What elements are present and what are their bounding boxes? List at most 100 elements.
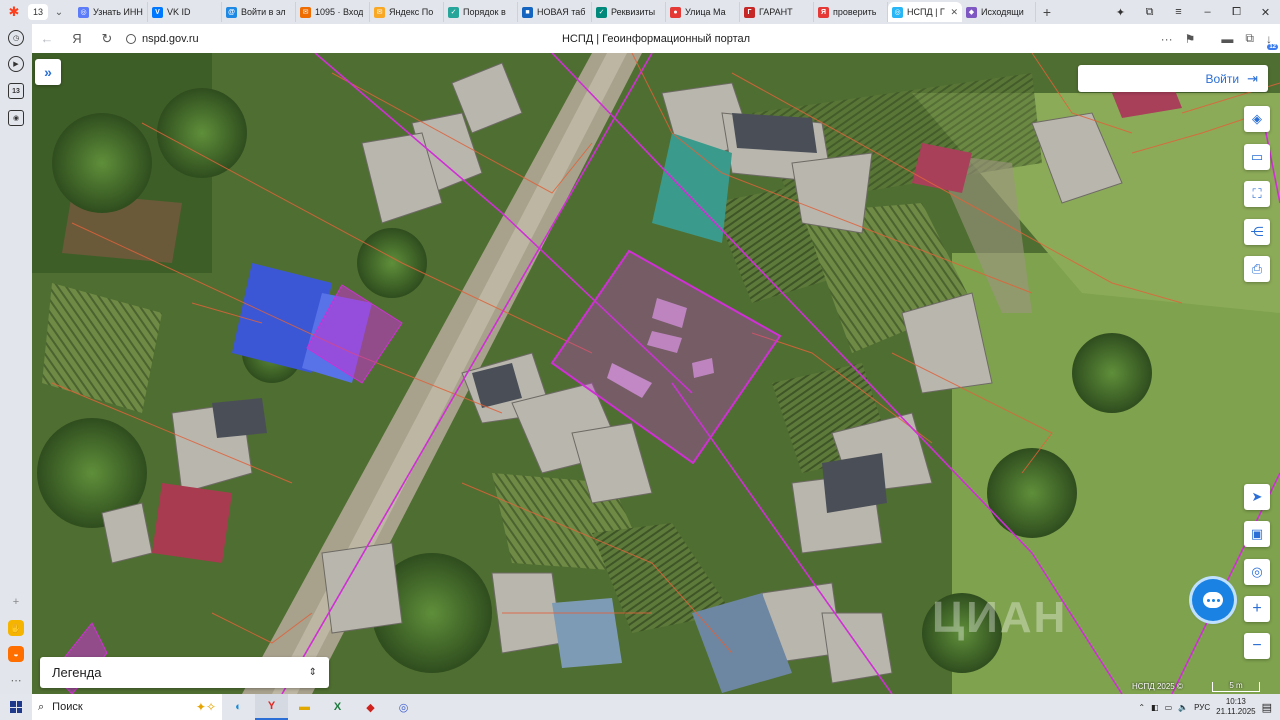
browser-tab[interactable]: ✉ Яндекс По: [370, 2, 444, 22]
browser-tab[interactable]: @ Войти в эл: [222, 2, 296, 22]
browser-tab[interactable]: ◎ НСПД | Г ✕: [888, 2, 962, 22]
edge-icon[interactable]: ◐: [222, 694, 255, 720]
tab-favicon-icon: ◎: [892, 6, 903, 18]
start-button[interactable]: [0, 694, 32, 720]
browser-tab[interactable]: ◆ Исходящи: [962, 2, 1036, 22]
browser-tab[interactable]: Г ГАРАНТ: [740, 2, 814, 22]
browser-side-panel: ◷ ▶ 13 ◉ + ✋ ◒ ⋯: [0, 24, 32, 694]
tray-app-icon[interactable]: ◧: [1151, 703, 1159, 712]
browser-tab[interactable]: ◎ Узнать ИНН: [74, 2, 148, 22]
tab-title: Узнать ИНН: [93, 7, 143, 17]
browser-logo-icon[interactable]: ✱: [0, 0, 28, 24]
browser-tab[interactable]: ● Улица Ма: [666, 2, 740, 22]
maximize-icon[interactable]: ⧠: [1222, 6, 1251, 19]
map-view[interactable]: ЦИАН » Войти ⇥ ◈ ▭ ⛶ ⋲ ⎙ ➤ ▣ ◎ + − Леген…: [32, 53, 1280, 694]
language-indicator[interactable]: РУС: [1194, 703, 1210, 712]
chat-button[interactable]: [1192, 579, 1234, 621]
url-field[interactable]: nspd.gov.ru: [126, 33, 199, 45]
anydesk-icon[interactable]: ◆: [354, 694, 387, 720]
expand-panel-button[interactable]: »: [35, 59, 61, 85]
collections-icon[interactable]: ⧉: [1245, 31, 1254, 46]
browser-tab[interactable]: ✉ 1095 · Вход: [296, 2, 370, 22]
legend-panel[interactable]: Легенда ⇕: [40, 657, 329, 688]
browser-tab[interactable]: ✓ Порядок в: [444, 2, 518, 22]
tab-favicon-icon: Г: [744, 6, 755, 18]
search-highlight-icon: ✦✧: [195, 700, 216, 714]
new-tab-button[interactable]: +: [1036, 2, 1058, 22]
clock[interactable]: 10:13 21.11.2025: [1216, 697, 1255, 717]
bookmark-icon[interactable]: ✦: [1106, 6, 1135, 19]
hand-icon[interactable]: ✋: [8, 620, 24, 636]
print-icon[interactable]: ⎙: [1244, 256, 1270, 282]
tray-chevron-icon[interactable]: ⌃: [1138, 703, 1145, 712]
search-label: Поиск: [52, 701, 83, 713]
bookmark-page-icon[interactable]: ⚑: [1185, 32, 1196, 46]
tab-close-icon[interactable]: ✕: [950, 7, 958, 18]
share-icon[interactable]: ⋲: [1244, 219, 1270, 245]
notifications-icon[interactable]: ▤: [1262, 701, 1272, 714]
login-label: Войти: [1205, 71, 1240, 86]
map-watermark: ЦИАН: [932, 593, 1068, 642]
yandex-browser-icon[interactable]: Y: [255, 694, 288, 720]
panel-more-icon[interactable]: ⋯: [8, 672, 24, 688]
chevron-down-icon[interactable]: ⌄: [50, 3, 68, 21]
menu-icon[interactable]: ≡: [1164, 6, 1193, 18]
browser-tab[interactable]: Япроверить: [814, 2, 888, 22]
address-bar-actions: ··· ⚑ ▬ ⧉ ↓ 12: [1161, 24, 1278, 53]
tab-favicon-icon: ●: [670, 6, 681, 18]
tab-favicon-icon: ✉: [300, 6, 311, 18]
yandex-icon[interactable]: Я: [62, 24, 92, 53]
excel-icon[interactable]: X: [321, 694, 354, 720]
select-area-icon[interactable]: ⛶: [1244, 181, 1270, 207]
tab-favicon-icon: ◆: [966, 6, 977, 18]
tab-title: ГАРАНТ: [759, 7, 793, 17]
pin-search-icon[interactable]: ◎: [1244, 559, 1270, 585]
screenshot-icon[interactable]: ◉: [8, 110, 24, 126]
play-icon[interactable]: ▶: [8, 56, 24, 72]
add-panel-icon[interactable]: +: [8, 594, 24, 610]
browser-tab[interactable]: ✓ Реквизиты: [592, 2, 666, 22]
tab-title: Улица Ма: [685, 7, 726, 17]
app-icon[interactable]: ◎: [387, 694, 420, 720]
back-button[interactable]: ←: [32, 24, 62, 53]
address-bar: ← Я ↻ nspd.gov.ru НСПД | Геоинформационн…: [32, 24, 1280, 53]
tab-title: НСПД | Г: [907, 7, 945, 17]
browser-tab[interactable]: V VK ID: [148, 2, 222, 22]
reload-button[interactable]: ↻: [92, 24, 122, 53]
site-info-icon[interactable]: [126, 33, 136, 44]
history-icon[interactable]: ◷: [8, 30, 24, 46]
tab-strip: ✱ 13 ⌄ ◎ Узнать ИНН V VK ID @ Войти в эл ✉ 1095…: [0, 0, 1280, 24]
network-icon[interactable]: ▭: [1165, 703, 1173, 712]
tab-title: Исходящи: [981, 7, 1024, 17]
market-icon[interactable]: ◒: [8, 646, 24, 662]
zoom-out-button[interactable]: −: [1244, 633, 1270, 659]
download-icon[interactable]: ↓ 12: [1266, 32, 1278, 50]
minimize-icon[interactable]: –: [1193, 6, 1222, 18]
chat-icon: [1203, 592, 1223, 608]
tab-favicon-icon: ✓: [448, 6, 459, 18]
downloads-count: 12: [1267, 43, 1278, 50]
more-icon[interactable]: ···: [1161, 32, 1173, 46]
minimap-icon[interactable]: ▣: [1244, 521, 1270, 547]
scale-bar: 5 m: [1212, 682, 1260, 692]
legend-label: Легенда: [52, 665, 102, 680]
tab-favicon-icon: Я: [818, 6, 829, 18]
locate-icon[interactable]: ➤: [1244, 484, 1270, 510]
ruler-icon[interactable]: ▭: [1244, 144, 1270, 170]
tab-count-side-icon[interactable]: 13: [8, 83, 24, 99]
taskbar-search[interactable]: ⌕ Поиск ✦✧: [32, 694, 222, 720]
system-tray: ⌃ ◧ ▭ 🔈 РУС 10:13 21.11.2025 ▤: [1138, 694, 1280, 720]
login-button[interactable]: Войти ⇥: [1078, 65, 1268, 92]
zoom-in-button[interactable]: +: [1244, 596, 1270, 622]
tab-count-badge[interactable]: 13: [28, 4, 48, 20]
tab-view-icon[interactable]: ⧉: [1135, 6, 1164, 19]
tab-list: ◎ Узнать ИНН V VK ID @ Войти в эл ✉ 1095 · Вход…: [74, 2, 1036, 22]
volume-icon[interactable]: 🔈: [1178, 703, 1188, 712]
close-icon[interactable]: ✕: [1251, 6, 1280, 19]
layers-icon[interactable]: ◈: [1244, 106, 1270, 132]
file-explorer-icon[interactable]: ▬: [288, 694, 321, 720]
tab-title: VK ID: [167, 7, 191, 17]
reader-icon[interactable]: ▬: [1221, 32, 1233, 46]
tab-title: Яндекс По: [389, 7, 434, 17]
browser-tab[interactable]: ■ НОВАЯ таб: [518, 2, 592, 22]
